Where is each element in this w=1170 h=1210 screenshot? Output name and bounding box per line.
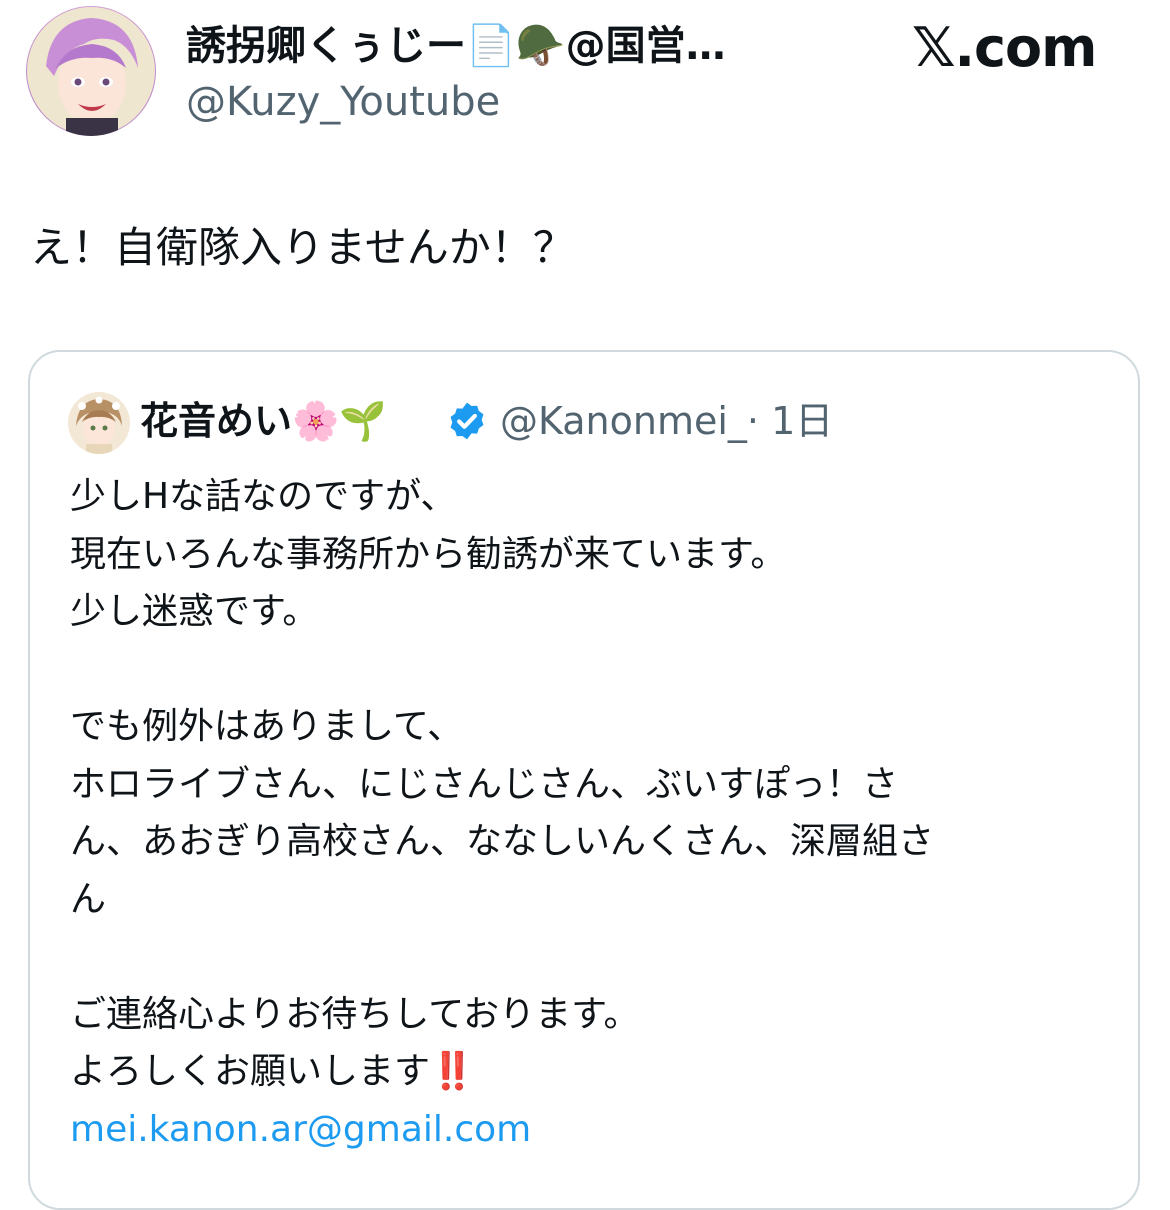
quoted-text-line: ホロライブさん、にじさんじさん、ぶいすぽっ！さ [70,763,899,805]
quoted-tweet-time[interactable]: · 1日 [747,399,833,443]
quoted-text-line: ん、あおぎり高校さん、ななしいんくさん、深層組さ [70,821,935,862]
quoted-text-line: 少しHな話なのですが、 [70,476,457,517]
quoted-author-avatar[interactable] [68,392,130,454]
quoted-blank-line [70,641,1110,699]
quoted-text-line: ご連絡心よりお待ちしております。 [70,993,640,1035]
quoted-text-line: でも例外はありまして、 [70,706,464,747]
author-display-name[interactable]: 誘拐卿くぅじー📄🪖@国営… [186,18,726,74]
avatar-image [27,7,155,136]
verified-badge-icon [450,402,484,440]
quoted-author-meta: @Kanonmei_· 1日 [500,390,833,452]
quoted-text-line: 少し迷惑です。 [70,591,319,632]
tweet-header: 誘拐卿くぅじー📄🪖@国営… @Kuzy_Youtube 𝕏.com [0,0,1170,150]
quoted-text-line: 現在いろんな事務所から勧誘が来ています。 [70,533,787,575]
quoted-closing-text: よろしくお願いします [70,1051,431,1092]
author-handle[interactable]: @Kuzy_Youtube [186,76,500,128]
quoted-author-handle[interactable]: @Kanonmei_ [500,399,747,443]
quoted-closing-line: よろしくお願いします‼️ [70,1043,1110,1101]
quoted-tweet-card[interactable]: 花音めい🌸🌱 @Kanonmei_· 1日 少しHな話なのですが、 現在いろんな… [28,350,1140,1210]
quoted-blank-line [70,928,1110,986]
x-brand-logo: 𝕏.com [912,16,1097,79]
email-link[interactable]: mei.kanon.ar@gmail.com [70,1101,1110,1159]
author-avatar[interactable] [26,6,156,136]
quoted-author-display-name[interactable]: 花音めい🌸🌱 [140,390,387,452]
quoted-text-line: ん [70,878,107,920]
quoted-avatar-image [68,392,130,454]
tweet-text: え！自衛隊入りませんか！？ [30,223,575,272]
quoted-tweet-body: 少しHな話なのですが、 現在いろんな事務所から勧誘が来ています。 少し迷惑です。… [70,468,1110,1158]
double-exclamation-emoji: ‼️ [430,1051,475,1092]
